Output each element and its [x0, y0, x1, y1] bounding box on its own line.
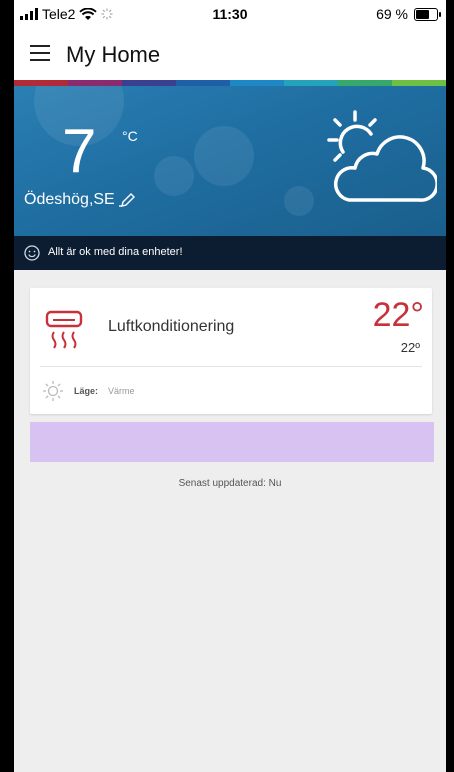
- status-bar: Tele2 11:30 69 %: [14, 0, 446, 28]
- phone-screen: Tele2 11:30 69 % My Home 7 °C Ödeshög,SE: [14, 0, 446, 772]
- status-right: 69 %: [376, 6, 441, 22]
- temperature-unit: °C: [122, 128, 138, 144]
- temperature-value: 7: [62, 117, 97, 186]
- device-list: Luftkonditionering 22° 22º Läge: Värme S…: [14, 270, 446, 772]
- weather-panel: 7 °C Ödeshög,SE: [14, 86, 446, 236]
- battery-fill: [416, 9, 429, 19]
- decor-bubble: [194, 126, 254, 186]
- battery-icon: [414, 7, 441, 21]
- partly-cloudy-icon: [327, 110, 437, 202]
- decor-bubble: [154, 156, 194, 196]
- highlight-bar: [30, 422, 434, 462]
- set-temperature: 22°: [372, 296, 424, 334]
- page-title: My Home: [66, 42, 161, 67]
- mode-label: Läge:: [74, 386, 99, 396]
- hamburger-menu-icon[interactable]: [30, 45, 50, 61]
- pencil-icon[interactable]: [118, 191, 137, 209]
- status-message: Allt är ok med dina enheter!: [48, 246, 183, 258]
- smiley-icon: [24, 245, 40, 261]
- sun-icon: [43, 381, 63, 401]
- device-name: Luftkonditionering: [108, 318, 235, 335]
- decor-bubble: [284, 186, 314, 216]
- divider: [40, 366, 422, 367]
- location-edit[interactable]: Ödeshög,SE: [24, 191, 137, 209]
- device-card[interactable]: Luftkonditionering 22° 22º Läge: Värme: [30, 288, 432, 414]
- mode-value: Värme: [108, 386, 135, 396]
- app-header: My Home: [14, 28, 446, 80]
- last-updated: Senast uppdaterad: Nu: [178, 478, 282, 489]
- status-message-bar: Allt är ok med dina enheter!: [14, 236, 446, 270]
- battery-percent: 69 %: [376, 6, 408, 22]
- air-conditioner-icon: [45, 310, 83, 349]
- location-name: Ödeshög,SE: [24, 191, 115, 208]
- current-temperature: 22º: [400, 340, 420, 355]
